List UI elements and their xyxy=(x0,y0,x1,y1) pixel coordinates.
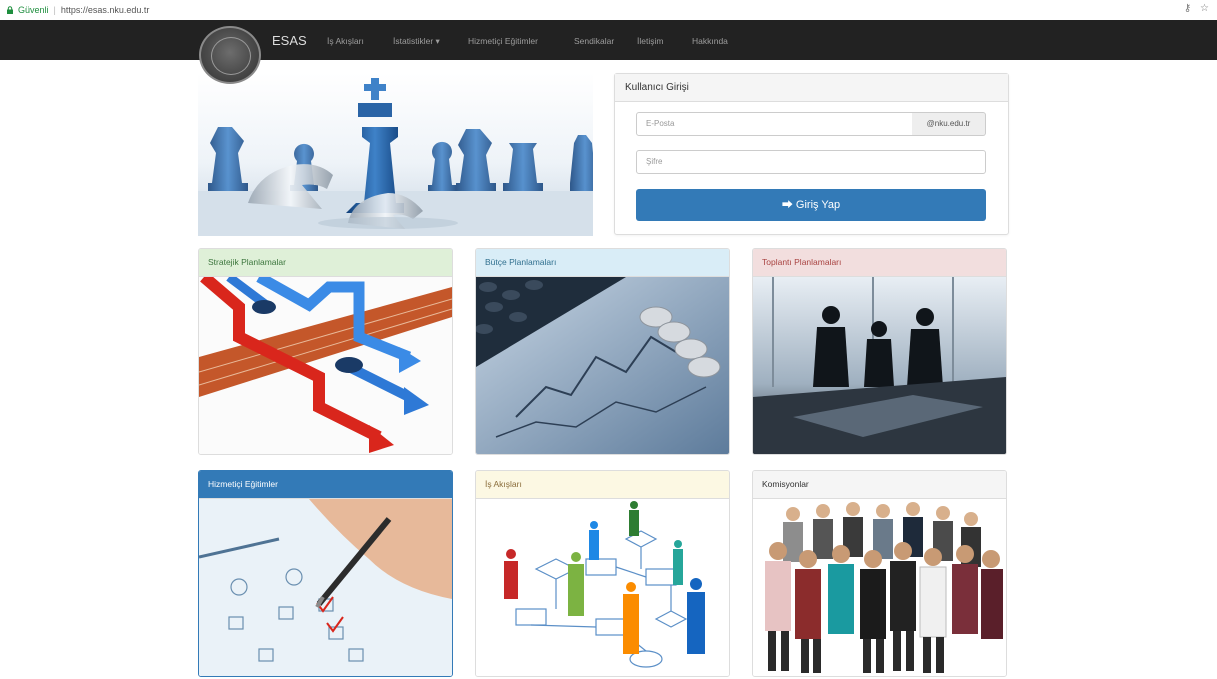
workflow-diagram-image xyxy=(476,499,729,676)
login-panel-title: Kullanıcı Girişi xyxy=(615,74,1008,102)
brand-link[interactable]: ESAS xyxy=(272,33,307,48)
card-title: Toplantı Planlamaları xyxy=(753,249,1006,277)
secure-label: Güvenli xyxy=(18,5,49,15)
meeting-room-image xyxy=(753,277,1006,454)
budget-calculator-image xyxy=(476,277,729,454)
star-icon[interactable]: ☆ xyxy=(1200,3,1209,14)
browser-address-bar[interactable]: Güvenli | https://esas.nku.edu.tr ⚷ ☆ xyxy=(0,0,1217,21)
strategy-arrows-image xyxy=(199,277,452,454)
hero-chess-image xyxy=(198,73,593,236)
card-title: Stratejik Planlamalar xyxy=(199,249,452,277)
survey-pen-image xyxy=(199,499,452,676)
email-domain-addon: @nku.edu.tr xyxy=(912,112,986,136)
address-separator: | xyxy=(53,5,56,15)
card-title: Bütçe Planlamaları xyxy=(476,249,729,277)
nav-item-hakkinda[interactable]: Hakkında xyxy=(692,36,728,46)
nav-item-is-akislari[interactable]: İş Akışları xyxy=(327,36,364,46)
card-hizmetici-egitimler[interactable]: Hizmetiçi Eğitimler xyxy=(198,470,453,677)
university-logo[interactable] xyxy=(199,26,261,84)
card-is-akislari[interactable]: İş Akışları xyxy=(475,470,730,677)
group-people-image xyxy=(753,499,1006,676)
key-icon[interactable]: ⚷ xyxy=(1184,3,1191,14)
login-panel: Kullanıcı Girişi E-Posta @nku.edu.tr Şif… xyxy=(614,73,1009,235)
nav-item-istatistikler[interactable]: İstatistikler ▾ xyxy=(393,36,440,47)
card-title: Hizmetiçi Eğitimler xyxy=(199,471,452,499)
nav-item-sendikalar[interactable]: Sendikalar xyxy=(574,36,614,46)
card-stratejik-planlamalar[interactable]: Stratejik Planlamalar xyxy=(198,248,453,455)
card-butce-planlamalari[interactable]: Bütçe Planlamaları xyxy=(475,248,730,455)
card-komisyonlar[interactable]: Komisyonlar xyxy=(752,470,1007,677)
nav-item-iletisim[interactable]: İletişim xyxy=(637,36,663,46)
card-title: İş Akışları xyxy=(476,471,729,499)
login-button[interactable]: ⮕ Giriş Yap xyxy=(636,189,986,221)
sign-in-icon: ⮕ xyxy=(781,199,793,211)
password-input[interactable]: Şifre xyxy=(636,150,986,174)
card-title: Komisyonlar xyxy=(753,471,1006,499)
card-toplanti-planlamalari[interactable]: Toplantı Planlamaları xyxy=(752,248,1007,455)
nav-item-hizmetici-egitimler[interactable]: Hizmetiçi Eğitimler xyxy=(468,36,538,46)
logo-inner-ring xyxy=(211,37,251,75)
address-url[interactable]: https://esas.nku.edu.tr xyxy=(61,5,150,15)
email-input[interactable]: E-Posta xyxy=(636,112,913,136)
login-button-label: Giriş Yap xyxy=(795,199,841,211)
lock-icon xyxy=(7,6,13,14)
browser-actions: ⚷ ☆ xyxy=(1178,3,1209,14)
